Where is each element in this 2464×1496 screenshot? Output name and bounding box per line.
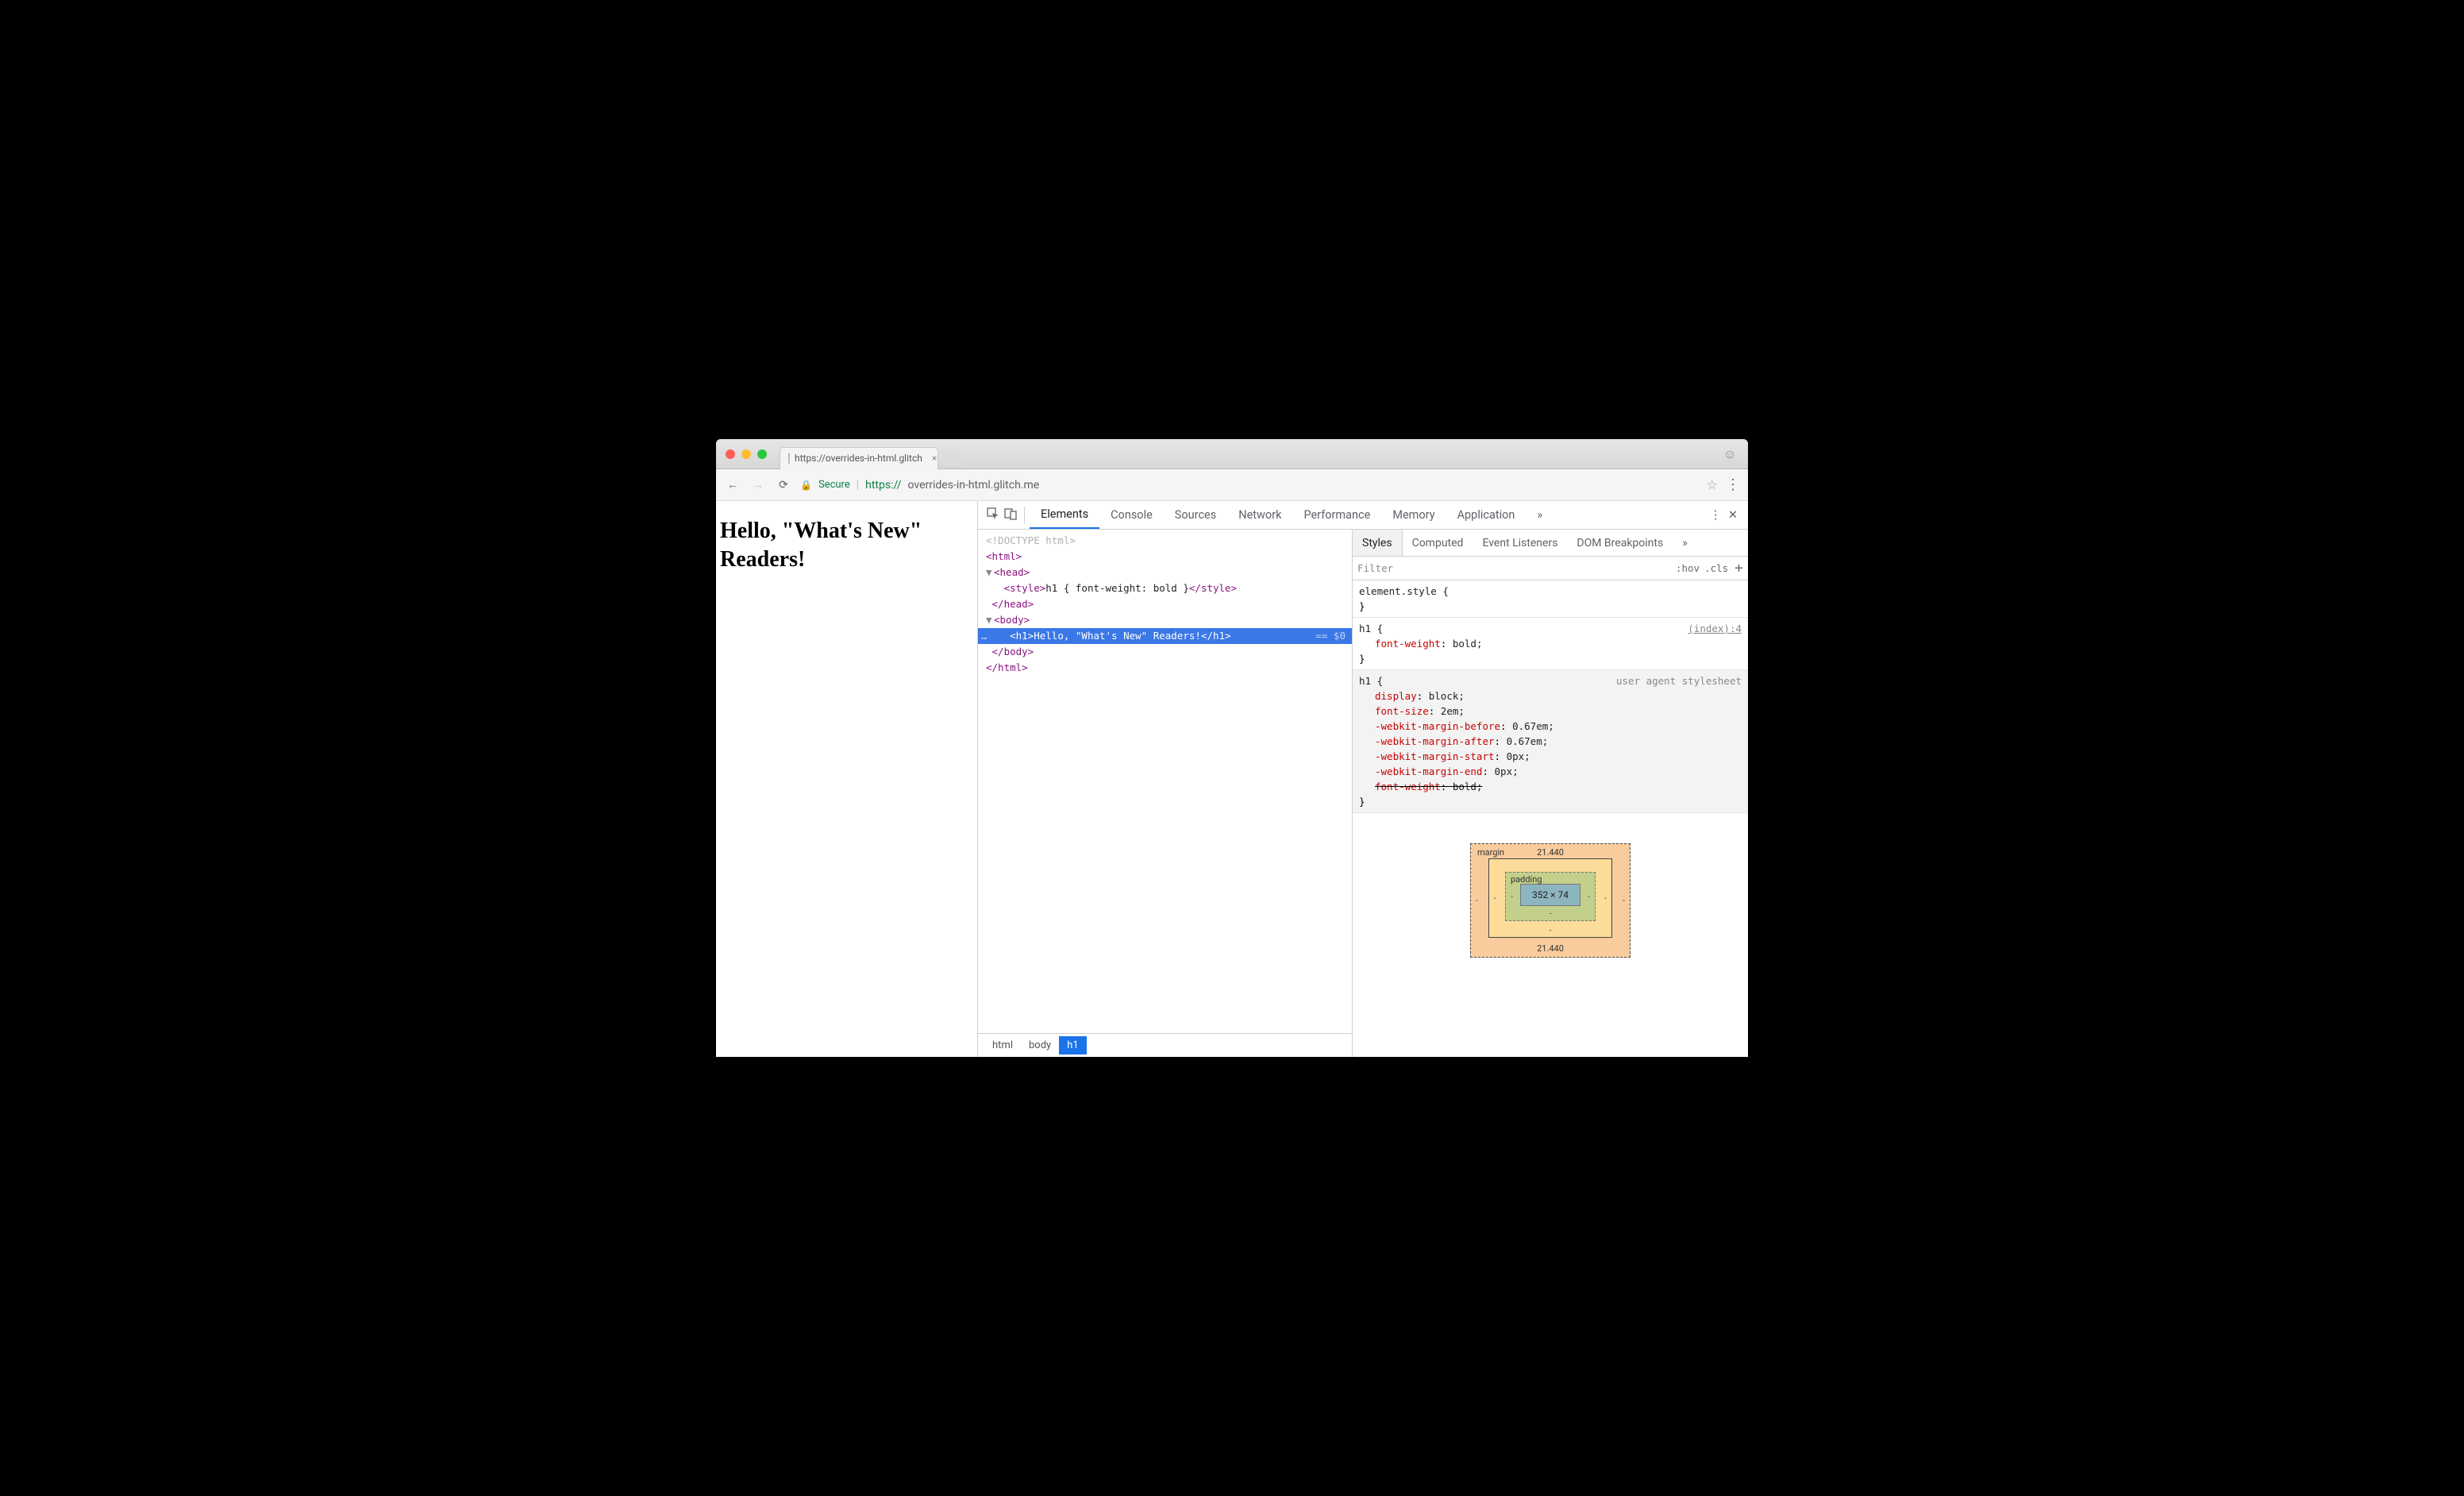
tab-performance[interactable]: Performance	[1292, 501, 1381, 529]
page-heading: Hello, "What's New" Readers!	[720, 517, 973, 575]
box-padding[interactable]: padding - - - 352 × 74 -	[1505, 872, 1596, 921]
devtools-body: <!DOCTYPE html> <html> ▼<head> <style>h1…	[978, 530, 1748, 1057]
rule-element-style[interactable]: element.style { }	[1353, 580, 1748, 618]
tab-event-listeners[interactable]: Event Listeners	[1473, 530, 1567, 556]
dom-body-open: <body>	[994, 614, 1030, 626]
tab-title: https://overrides-in-html.glitch	[795, 453, 922, 464]
url-scheme: https://	[865, 479, 901, 492]
cls-toggle[interactable]: .cls	[1704, 562, 1728, 574]
dom-style-open: <style>	[1004, 582, 1046, 594]
reload-button[interactable]: ⟳	[775, 479, 792, 492]
dom-eq0: == $0	[1315, 628, 1346, 644]
devtools: Elements Console Sources Network Perform…	[978, 501, 1748, 1057]
tab-elements[interactable]: Elements	[1030, 501, 1099, 529]
window-minimize-button[interactable]	[741, 449, 751, 459]
url-host: overrides-in-html.glitch.me	[908, 479, 1040, 492]
dom-head-open: <head>	[994, 566, 1030, 578]
style-rules: element.style { } h1 {(index):4 font-wei…	[1353, 580, 1748, 813]
back-button[interactable]: ←	[724, 478, 741, 492]
styles-filter-input[interactable]: Filter	[1357, 562, 1671, 574]
styles-filter-row: Filter :hov .cls +	[1353, 557, 1748, 580]
dom-style-text: h1 { font-weight: bold }	[1045, 582, 1189, 594]
browser-menu-button[interactable]: ⋮	[1726, 476, 1740, 493]
dom-head-close: </head>	[992, 598, 1034, 610]
profile-icon: ☺	[1723, 446, 1736, 462]
traffic-lights	[726, 449, 767, 459]
chevron-down-icon[interactable]: ▼	[986, 612, 994, 628]
breadcrumb: html body h1	[978, 1033, 1352, 1057]
tab-dom-breakpoints[interactable]: DOM Breakpoints	[1567, 530, 1673, 556]
omnibox[interactable]: 🔒 Secure | https:// overrides-in-html.gli…	[800, 479, 1699, 492]
styles-tabs: Styles Computed Event Listeners DOM Brea…	[1353, 530, 1748, 557]
secure-label: Secure	[818, 479, 850, 491]
tab-network[interactable]: Network	[1227, 501, 1292, 529]
dom-style-close: </style>	[1189, 582, 1237, 594]
crumb-body[interactable]: body	[1021, 1036, 1059, 1055]
divider: |	[857, 479, 859, 492]
rule-source-ua: user agent stylesheet	[1616, 673, 1742, 688]
styles-panel: Styles Computed Event Listeners DOM Brea…	[1353, 530, 1748, 1057]
lock-icon: 🔒	[800, 480, 812, 491]
dom-html-close: </html>	[986, 661, 1028, 673]
elements-panel: <!DOCTYPE html> <html> ▼<head> <style>h1…	[978, 530, 1353, 1057]
tab-close-icon[interactable]: ×	[932, 453, 937, 464]
dom-body-close: </body>	[992, 646, 1034, 657]
url-bar: ← → ⟳ 🔒 Secure | https:// overrides-in-ht…	[716, 469, 1748, 501]
devtools-close-button[interactable]: ✕	[1724, 508, 1742, 522]
tab-memory[interactable]: Memory	[1381, 501, 1446, 529]
devtools-menu-button[interactable]: ⋮	[1707, 508, 1724, 522]
dom-html-open: <html>	[986, 550, 1022, 562]
chevron-down-icon[interactable]: ▼	[986, 565, 994, 580]
inspect-icon[interactable]	[984, 507, 1002, 523]
tab-computed[interactable]: Computed	[1403, 530, 1473, 556]
tab-sources[interactable]: Sources	[1164, 501, 1227, 529]
rule-source-link[interactable]: (index):4	[1688, 621, 1742, 636]
box-border[interactable]: border - - - padding - - - 352 × 74	[1488, 858, 1612, 938]
devtools-tabs: Elements Console Sources Network Perform…	[978, 501, 1748, 530]
work-area: Hello, "What's New" Readers! Elements Co…	[716, 501, 1748, 1057]
new-tab-button[interactable]	[943, 452, 962, 466]
styles-tabs-overflow[interactable]: »	[1673, 530, 1697, 556]
tab-styles[interactable]: Styles	[1353, 530, 1403, 556]
device-toggle-icon[interactable]	[1002, 507, 1019, 523]
dom-tree[interactable]: <!DOCTYPE html> <html> ▼<head> <style>h1…	[978, 530, 1352, 1033]
dom-selected-row[interactable]: … <h1>Hello, "What's New" Readers!</h1> …	[978, 628, 1352, 644]
new-style-rule-button[interactable]: +	[1734, 560, 1743, 576]
rendered-page: Hello, "What's New" Readers!	[716, 501, 978, 1057]
box-margin[interactable]: margin 21.440 - - border - - - padding	[1470, 843, 1630, 958]
box-model: margin 21.440 - - border - - - padding	[1353, 813, 1748, 1057]
titlebar: https://overrides-in-html.glitch × ☺	[716, 439, 1748, 469]
crumb-h1[interactable]: h1	[1059, 1036, 1086, 1055]
tabs-overflow[interactable]: »	[1526, 501, 1553, 529]
dom-selected-gutter: …	[978, 628, 992, 644]
window-zoom-button[interactable]	[757, 449, 767, 459]
browser-tab[interactable]: https://overrides-in-html.glitch ×	[780, 447, 938, 469]
bookmark-button[interactable]: ☆	[1707, 477, 1718, 492]
profile-button[interactable]: ☺	[1721, 445, 1738, 463]
window-close-button[interactable]	[726, 449, 735, 459]
tab-application[interactable]: Application	[1446, 501, 1527, 529]
rule-h1-ua[interactable]: h1 {user agent stylesheet display: block…	[1353, 670, 1748, 813]
tab-console[interactable]: Console	[1099, 501, 1164, 529]
page-icon	[788, 453, 790, 464]
forward-button[interactable]: →	[749, 478, 767, 492]
browser-window: https://overrides-in-html.glitch × ☺ ← →…	[716, 439, 1748, 1057]
hov-toggle[interactable]: :hov	[1676, 562, 1700, 574]
rule-h1-author[interactable]: h1 {(index):4 font-weight: bold; }	[1353, 618, 1748, 670]
dom-doctype: <!DOCTYPE html>	[986, 534, 1076, 546]
crumb-html[interactable]: html	[984, 1036, 1021, 1055]
box-content[interactable]: 352 × 74	[1520, 884, 1580, 906]
